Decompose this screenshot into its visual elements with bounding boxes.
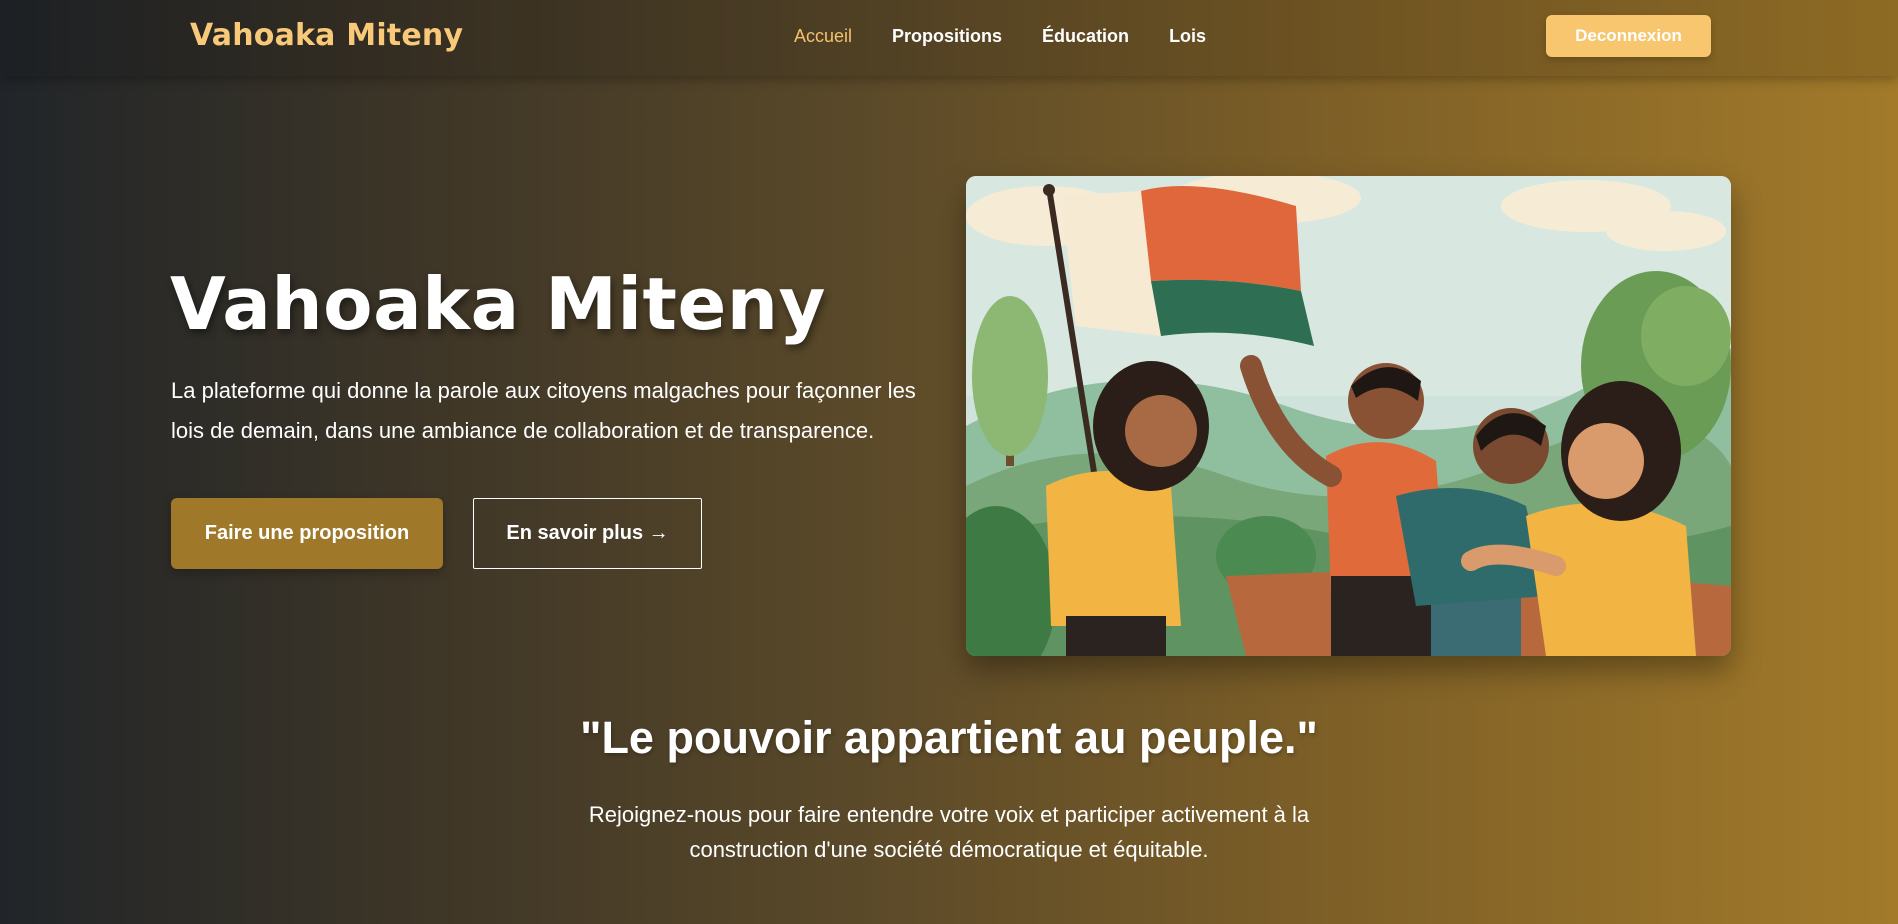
hero-description: La plateforme qui donne la parole aux ci… <box>171 378 916 443</box>
learn-more-button[interactable]: En savoir plus → <box>473 498 702 569</box>
nav-item-lois[interactable]: Lois <box>1169 26 1206 47</box>
navbar: Vahoaka Miteny Accueil Propositions Éduc… <box>0 0 1898 76</box>
make-proposal-button[interactable]: Faire une proposition <box>171 498 443 569</box>
brand-logo[interactable]: Vahoaka Miteny <box>190 18 463 53</box>
nav-item-propositions[interactable]: Propositions <box>892 26 1002 47</box>
quote-heading: "Le pouvoir appartient au peuple." <box>580 712 1318 763</box>
citizens-voting-illustration <box>966 176 1731 656</box>
nav-item-accueil[interactable]: Accueil <box>794 26 852 47</box>
nav-item-education[interactable]: Éducation <box>1042 26 1129 47</box>
hero-illustration <box>966 176 1731 656</box>
logout-button[interactable]: Deconnexion <box>1546 15 1711 57</box>
quote-subtext: Rejoignez-nous pour faire entendre votre… <box>588 802 1310 862</box>
main-nav: Accueil Propositions Éducation Lois <box>794 26 1206 47</box>
hero-title: Vahoaka Miteny <box>170 262 826 346</box>
